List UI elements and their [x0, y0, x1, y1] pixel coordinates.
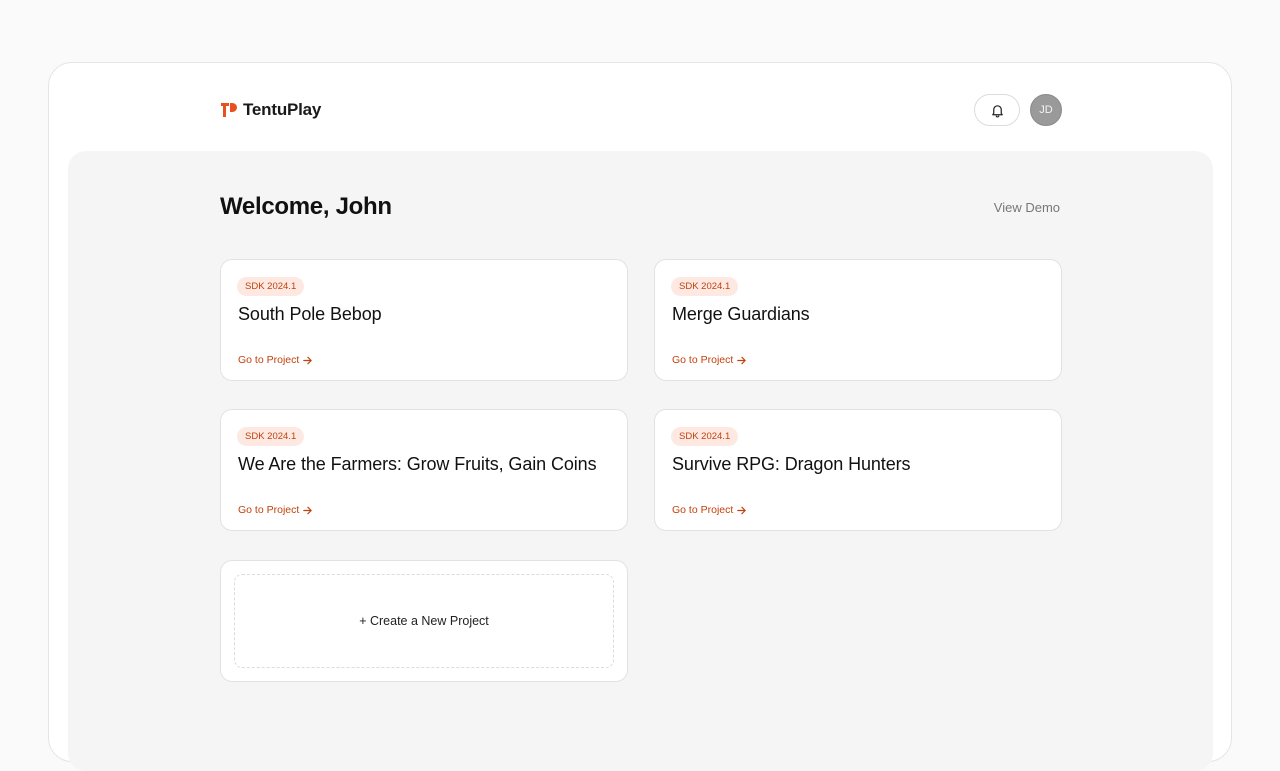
- arrow-right-icon: [303, 356, 313, 364]
- sdk-version-badge: SDK 2024.1: [237, 427, 305, 446]
- go-to-project-link[interactable]: Go to Project: [238, 504, 313, 516]
- project-card[interactable]: SDK 2024.1 South Pole Bebop Go to Projec…: [220, 259, 628, 381]
- go-to-project-link[interactable]: Go to Project: [672, 504, 747, 516]
- top-bar: TentuPlay JD: [220, 93, 1062, 127]
- sdk-version-badge: SDK 2024.1: [671, 277, 739, 296]
- sdk-version-badge: SDK 2024.1: [671, 427, 739, 446]
- arrow-right-icon: [737, 356, 747, 364]
- app-window: TentuPlay JD Welcome, John View Demo SDK…: [48, 62, 1232, 771]
- go-to-project-label: Go to Project: [238, 504, 300, 516]
- brand-name: TentuPlay: [243, 100, 322, 119]
- heading-row: Welcome, John View Demo: [220, 193, 1062, 221]
- go-to-project-link[interactable]: Go to Project: [238, 354, 313, 366]
- notifications-button[interactable]: [974, 94, 1020, 126]
- project-title: We Are the Farmers: Grow Fruits, Gain Co…: [238, 454, 597, 474]
- create-project-button[interactable]: + Create a New Project: [234, 574, 614, 668]
- arrow-right-icon: [737, 506, 747, 514]
- project-title: Merge Guardians: [672, 304, 810, 324]
- tentuplay-logo-icon: [221, 103, 237, 117]
- logo[interactable]: TentuPlay: [220, 100, 321, 120]
- go-to-project-label: Go to Project: [672, 354, 734, 366]
- project-title: Survive RPG: Dragon Hunters: [672, 454, 911, 474]
- project-title: South Pole Bebop: [238, 304, 382, 324]
- go-to-project-label: Go to Project: [672, 504, 734, 516]
- bell-icon: [991, 104, 1003, 118]
- arrow-right-icon: [303, 506, 313, 514]
- sdk-version-badge: SDK 2024.1: [237, 277, 305, 296]
- avatar[interactable]: JD: [1030, 94, 1062, 126]
- main-content: Welcome, John View Demo SDK 2024.1 South…: [68, 151, 1213, 771]
- go-to-project-link[interactable]: Go to Project: [672, 354, 747, 366]
- page-title: Welcome, John: [220, 193, 392, 220]
- project-card[interactable]: SDK 2024.1 Survive RPG: Dragon Hunters G…: [654, 409, 1062, 531]
- view-demo-link[interactable]: View Demo: [994, 200, 1060, 215]
- header-actions: JD: [974, 94, 1062, 126]
- go-to-project-label: Go to Project: [238, 354, 300, 366]
- create-project-card: + Create a New Project: [220, 560, 628, 682]
- project-card[interactable]: SDK 2024.1 We Are the Farmers: Grow Frui…: [220, 409, 628, 531]
- project-card[interactable]: SDK 2024.1 Merge Guardians Go to Project: [654, 259, 1062, 381]
